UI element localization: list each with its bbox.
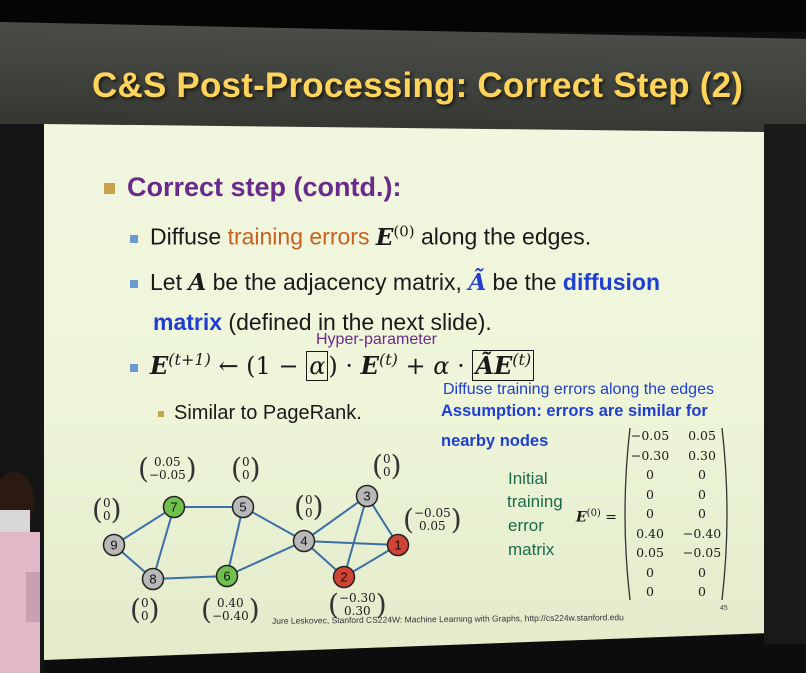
graph-node-5: 5 bbox=[231, 495, 255, 519]
graph-figure: 1 2 3 4 5 6 7 8 9 bbox=[102, 484, 410, 591]
graph-node-8: 8 bbox=[141, 567, 165, 591]
graph-node-3: 3 bbox=[355, 484, 379, 508]
graph-node-6: 6 bbox=[215, 564, 239, 588]
graph-node-label: 3 bbox=[363, 489, 370, 504]
node-vector-3: (0 0) bbox=[372, 449, 402, 482]
graph-node-label: 1 bbox=[394, 538, 401, 553]
graph-node-label: 7 bbox=[170, 500, 177, 515]
node-vector-6: (0.40 −0.40) bbox=[201, 593, 260, 626]
graph-node-9: 9 bbox=[102, 533, 126, 557]
node-vector-7: (0.05 −0.05) bbox=[138, 452, 197, 485]
graph-node-label: 4 bbox=[300, 534, 307, 549]
node-vector-1: (−0.05 0.05) bbox=[403, 503, 462, 536]
graph-node-7: 7 bbox=[162, 495, 186, 519]
graph-node-4: 4 bbox=[292, 529, 316, 553]
node-vector-4: (0 0) bbox=[294, 490, 324, 523]
node-vector-5: (0 0) bbox=[231, 452, 261, 485]
graph-node-label: 5 bbox=[239, 500, 246, 515]
graph-edge bbox=[303, 540, 399, 546]
graph-node-label: 8 bbox=[149, 572, 156, 587]
graph-node-2: 2 bbox=[332, 565, 356, 589]
node-vector-8: (0 0) bbox=[130, 593, 160, 626]
page-number: 45 bbox=[720, 605, 728, 612]
node-vector-9: (0 0) bbox=[92, 493, 122, 526]
speaker-silhouette bbox=[0, 472, 40, 673]
graph-edge bbox=[226, 540, 305, 577]
graph-node-label: 2 bbox=[340, 570, 347, 585]
graph-node-1: 1 bbox=[386, 533, 410, 557]
graph-node-label: 9 bbox=[110, 538, 117, 553]
graph-node-label: 6 bbox=[223, 569, 230, 584]
